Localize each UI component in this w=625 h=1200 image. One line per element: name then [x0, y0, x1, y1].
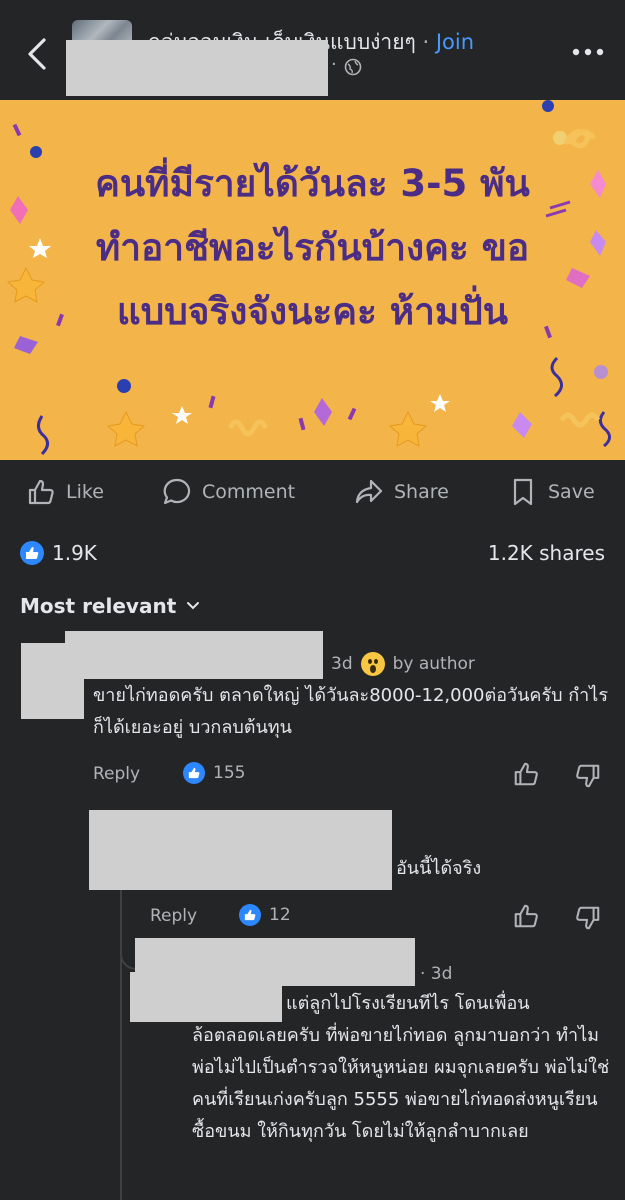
- reply-button[interactable]: Reply: [93, 764, 140, 784]
- comment-button[interactable]: Comment: [162, 474, 295, 510]
- comment-reactions[interactable]: 12: [239, 904, 291, 926]
- save-label: Save: [548, 481, 595, 503]
- join-button[interactable]: Join: [436, 30, 474, 54]
- redacted-author-name: [66, 40, 328, 96]
- like-label: Like: [66, 481, 104, 503]
- comment-label: Comment: [202, 481, 296, 503]
- redacted-commenter-name: [65, 631, 323, 679]
- sort-label: Most relevant: [20, 594, 177, 618]
- reaction-count: 12: [269, 905, 291, 925]
- redacted-avatar: [130, 972, 282, 1022]
- like-reaction-icon: [20, 541, 44, 565]
- thumbs-up-icon[interactable]: [512, 760, 540, 788]
- author-badge: by author: [392, 654, 475, 674]
- reaction-count: 155: [213, 763, 246, 783]
- comment-time[interactable]: · 3d: [420, 964, 452, 984]
- comment-text: อันนี้ได้จริง: [396, 858, 482, 879]
- thumbs-down-icon[interactable]: [574, 762, 602, 790]
- thumbs-down-icon[interactable]: [574, 904, 602, 932]
- share-button[interactable]: Share: [354, 474, 449, 510]
- banner-line-3: แบบจริงจังนะคะ ห้ามปั่น: [116, 290, 509, 333]
- banner-line-2: ทำอาชีพอะไรกันบ้างคะ ขอ: [95, 226, 530, 269]
- thumbs-up-icon: [28, 479, 54, 505]
- like-reaction-icon: [239, 904, 261, 926]
- chevron-down-icon: [187, 602, 200, 610]
- comment-meta: 3d by author: [331, 652, 475, 676]
- bookmark-icon: [513, 478, 533, 506]
- like-reaction-icon: [183, 762, 205, 784]
- comment-reactions[interactable]: 155: [183, 762, 245, 784]
- like-button[interactable]: Like: [26, 474, 104, 510]
- comment-text: ขายไก่ทอดครับ ตลาดใหญ่ ได้วันละ8000-12,0…: [93, 685, 608, 738]
- thumbs-up-icon[interactable]: [512, 902, 540, 930]
- post-image[interactable]: คนที่มีรายได้วันละ 3-5 พัน ทำอาชีพอะไรกั…: [0, 100, 625, 460]
- save-button[interactable]: Save: [508, 474, 595, 510]
- comment-icon: [163, 478, 191, 505]
- like-count[interactable]: 1.9K: [52, 541, 97, 565]
- comment-text: ล้อตลอดเลยครับ ที่พ่อขายไก่ทอด ลูกมาบอกว…: [192, 1025, 610, 1142]
- reply-button[interactable]: Reply: [150, 906, 197, 926]
- back-button[interactable]: [22, 34, 54, 74]
- sort-dropdown[interactable]: Most relevant: [20, 594, 200, 618]
- share-label: Share: [394, 481, 449, 503]
- wow-emoji-icon: [360, 652, 385, 676]
- more-options-icon[interactable]: [570, 42, 606, 62]
- chevron-left-icon: [28, 38, 46, 70]
- redacted-commenter: [89, 810, 392, 890]
- thread-line: [120, 884, 122, 1200]
- comment-text-first-line: แต่ลูกไปโรงเรียนทีไร โดนเพื่อน: [286, 993, 530, 1014]
- header-dot: ·: [331, 54, 337, 75]
- title-separator: ·: [422, 30, 430, 54]
- banner-line-1: คนที่มีรายได้วันละ 3-5 พัน: [95, 162, 530, 205]
- share-count[interactable]: 1.2K shares: [488, 541, 605, 565]
- banner-text: คนที่มีรายได้วันละ 3-5 พัน ทำอาชีพอะไรกั…: [0, 152, 625, 344]
- globe-icon: [344, 58, 362, 76]
- share-icon: [355, 479, 383, 504]
- comment-time[interactable]: 3d: [331, 654, 353, 674]
